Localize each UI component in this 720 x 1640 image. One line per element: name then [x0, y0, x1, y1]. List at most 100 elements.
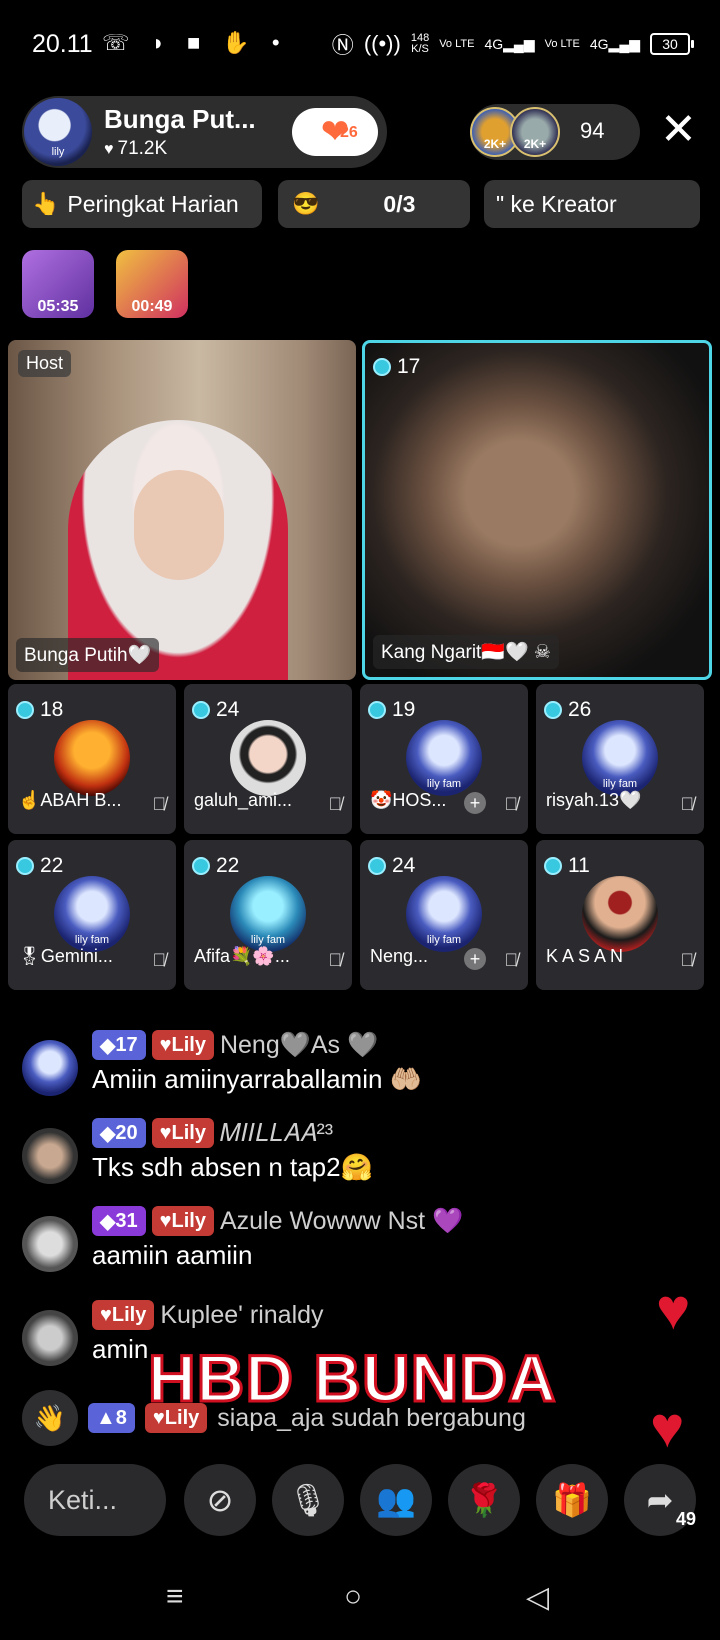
battery-icon: 30 [650, 33, 694, 55]
back-icon[interactable]: ◁ [526, 1580, 549, 1615]
guest-name: galuh_ami... [194, 790, 293, 810]
guest-tile[interactable]: 22 lily fam Afifa💐🌸... 🎙̸ [184, 840, 352, 990]
status-bar: 20.11 ☏ ◗ ■ ✋ • Ⓝ ((•)) 148 K/S Vo LTE 4G… [0, 0, 720, 90]
chat-avatar[interactable] [22, 1040, 78, 1096]
goal-chip[interactable]: 😎 0/3 [278, 180, 470, 228]
user-level-badge: ◆ 31 [92, 1206, 146, 1236]
level-badge: 22 [16, 854, 63, 878]
chat-username[interactable]: Kuplee' rinaldy [160, 1301, 323, 1330]
level-badge: 18 [16, 698, 63, 722]
mic-muted-icon: 🎙̸ [152, 794, 167, 814]
fan-club-badge: ♥ Lily [92, 1300, 155, 1330]
guest-tile[interactable]: 24 galuh_ami... 🎙̸ [184, 684, 352, 834]
guest-level-badge: 17 [373, 355, 420, 379]
host-face [134, 470, 224, 580]
guest-tile[interactable]: 18 ☝ABAH B... 🎙̸ [8, 684, 176, 834]
guest-avatar: lily fam [406, 876, 482, 952]
level-icon [192, 701, 210, 719]
guest-avatar [582, 876, 658, 952]
level-icon [192, 857, 210, 875]
host-avatar[interactable]: lily [24, 98, 92, 166]
fire-icon: 👆 [32, 191, 60, 216]
hotspot-icon: ((•)) [363, 31, 401, 56]
chat-avatar[interactable] [22, 1216, 78, 1272]
volte-label-1: Vo LTE [439, 37, 475, 50]
add-icon[interactable]: + [464, 948, 486, 970]
mic-muted-icon: 🎙̸ [680, 950, 695, 970]
guest-tile[interactable]: 26 lily fam risyah.13🤍 🎙̸ [536, 684, 704, 834]
follow-button[interactable]: ❤ 26 [292, 108, 378, 156]
viewer-avatar[interactable]: 2K+ [510, 107, 560, 157]
share-button[interactable]: ➦ 49 [624, 1464, 696, 1536]
guest-name: Afifa💐🌸... [194, 946, 290, 966]
level-icon [16, 857, 34, 875]
menu-icon[interactable]: ≡ [166, 1580, 184, 1614]
fan-club-badge: ♥ Lily [151, 1206, 214, 1236]
guest-tile[interactable]: 11 K A S A N 🎙̸ [536, 840, 704, 990]
guest-avatar: lily fam [582, 720, 658, 796]
camera-off-icon[interactable]: ⊘ [184, 1464, 256, 1536]
signal-icon-2: 4G▂▄▆ [589, 35, 640, 52]
guest-name: 🤡HOS... [370, 790, 447, 810]
wave-hand-icon[interactable]: 👋 [22, 1390, 78, 1446]
guest-tile[interactable]: 22 lily fam 🎖Gemini... 🎙̸ [8, 840, 176, 990]
guest-video-tile[interactable]: 17 Kang Ngarit🇮🇩🤍 ☠ [362, 340, 712, 680]
user-level-badge: ◆ 20 [92, 1118, 146, 1148]
sunglasses-icon: 😎 [292, 191, 320, 216]
home-icon[interactable]: ○ [344, 1580, 362, 1614]
host-video-tile[interactable]: Host Bunga Putih🤍 [8, 340, 356, 680]
mic-muted-icon: 🎙̸ [328, 950, 343, 970]
top-viewers[interactable]: 2K+ 2K+ 94 [470, 104, 640, 160]
chat-username[interactable]: Neng🩶As 🩶 [220, 1031, 378, 1060]
floating-heart-icon: ♥ [650, 1395, 685, 1460]
guest-avatar [230, 720, 306, 796]
guest-avatar: lily fam [54, 876, 130, 952]
guests-icon[interactable]: 👥 [360, 1464, 432, 1536]
add-icon[interactable]: + [464, 792, 486, 814]
mic-muted-icon: 🎙̸ [504, 794, 519, 814]
guest-tile-label: Kang Ngarit🇮🇩🤍 ☠ [373, 635, 559, 669]
guest-tile[interactable]: 24 lily fam Neng... + 🎙̸ [360, 840, 528, 990]
chat-username[interactable]: Azule Wowww Nst 💜 [220, 1207, 463, 1236]
treasure-chest-timer[interactable]: 00:49 [116, 250, 188, 318]
floating-heart-icon: ♥ [656, 1277, 691, 1342]
guest-avatar: lily fam [406, 720, 482, 796]
close-icon[interactable]: ✕ [660, 108, 697, 152]
creator-chip[interactable]: " ke Kreator [484, 180, 700, 228]
user-level-badge: ▲ 8 [88, 1403, 135, 1433]
system-nav-bar: ≡ ○ ◁ [0, 1560, 720, 1640]
guest-avatar: lily fam [230, 876, 306, 952]
nfc-icon: Ⓝ [331, 33, 354, 58]
fan-club-badge: ♥ Lily [151, 1030, 214, 1060]
level-badge: 11 [544, 854, 590, 878]
level-badge: 22 [192, 854, 239, 878]
signal-icon-1: 4G▂▄▆ [484, 35, 535, 52]
guest-tile[interactable]: 19 lily fam 🤡HOS... + 🎙̸ [360, 684, 528, 834]
chat-avatar[interactable] [22, 1128, 78, 1184]
overlay-caption: HBD BUNDA [147, 1340, 558, 1417]
volte-label-2: Vo LTE [544, 37, 580, 50]
guest-name: ☝ABAH B... [18, 790, 122, 810]
comment-input[interactable]: Keti... [24, 1464, 166, 1536]
gift-box-timer[interactable]: 05:35 [22, 250, 94, 318]
chat-text: aamiin aamiin [92, 1240, 253, 1270]
level-icon [544, 701, 562, 719]
guest-name: 🎖Gemini... [18, 946, 113, 966]
status-time: 20.11 [32, 30, 93, 58]
level-icon [16, 701, 34, 719]
chat-username[interactable]: 𝑀𝐼𝐼𝐿𝐿𝐴𝐴²³ [220, 1119, 333, 1148]
viewer-count[interactable]: 94 [580, 118, 604, 144]
host-profile-bar[interactable]: lily Bunga Put... ♥ 71.2K ❤ 26 [22, 96, 387, 168]
fan-club-badge: ♥ Lily [151, 1118, 214, 1148]
mic-off-icon[interactable]: 🎙 [272, 1464, 344, 1536]
heart-icon: ♥ [104, 141, 114, 158]
level-icon [373, 358, 391, 376]
host-badge: Host [18, 350, 72, 377]
network-speed: 148 K/S [410, 32, 430, 55]
rose-gift-icon[interactable]: 🌹 [448, 1464, 520, 1536]
gift-icon[interactable]: 🎁 [536, 1464, 608, 1536]
daily-ranking-chip[interactable]: 👆 Peringkat Harian [22, 180, 262, 228]
share-count: 49 [675, 1509, 696, 1529]
level-icon [368, 701, 386, 719]
chat-avatar[interactable] [22, 1310, 78, 1366]
